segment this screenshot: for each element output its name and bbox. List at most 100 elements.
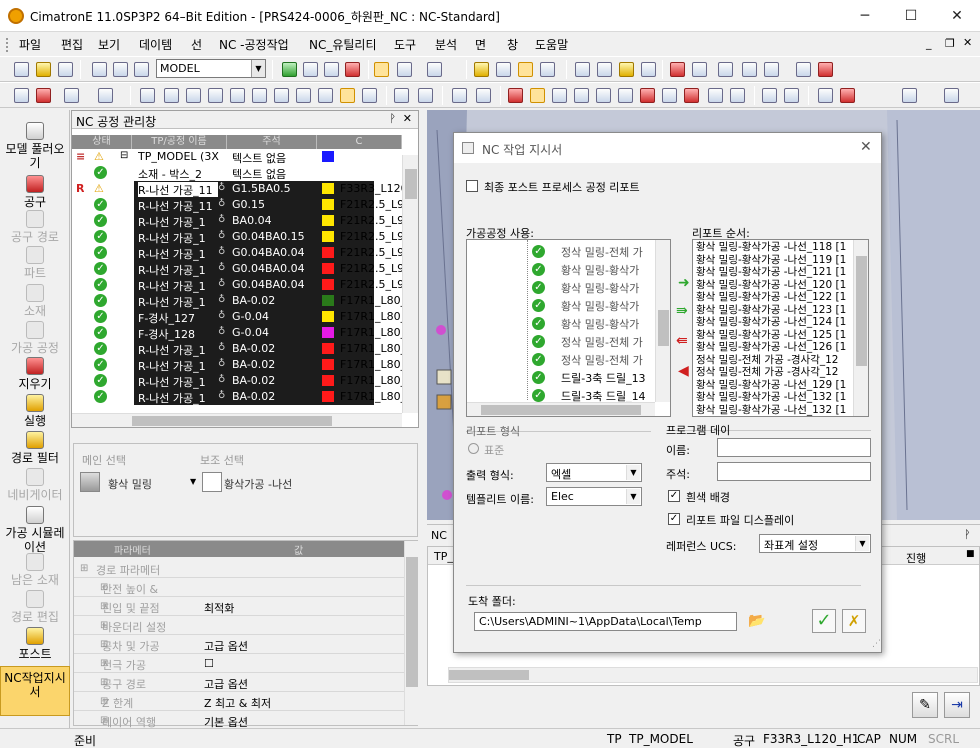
output-format-select[interactable]: 엑셀 ▼: [546, 463, 642, 482]
render-icon[interactable]: [641, 62, 656, 77]
sim-icon[interactable]: [508, 88, 523, 103]
scrollbar-thumb[interactable]: [481, 405, 641, 415]
list-item[interactable]: ✓ 황삭 밀링-황삭가: [467, 278, 670, 296]
path-edit-button[interactable]: 경로 편집: [0, 590, 70, 624]
table-row[interactable]: ✓ R-나선 가공_1 ♁ G0.04BA0.04 F21R2.5_L95: [72, 261, 402, 277]
table-icon[interactable]: [574, 88, 589, 103]
copy2-icon[interactable]: [708, 88, 723, 103]
add-all-arrow-icon[interactable]: ⇛: [676, 303, 688, 319]
process-listbox[interactable]: ✓ 정삭 밀링-전체 가 ✓ 황삭 밀링-황삭가 ✓ 황삭 밀링-황삭가 ✓ 황삭 밀링-황삭…: [466, 239, 671, 417]
tp-icon-8[interactable]: [296, 88, 311, 103]
zoom-fit-icon[interactable]: [282, 62, 297, 77]
remove-all-arrow-icon[interactable]: ⇚: [676, 333, 688, 349]
load-model-button[interactable]: 모델 풀러오기: [0, 122, 70, 170]
tool-button[interactable]: 공구: [0, 175, 70, 209]
report-list-item[interactable]: 황삭 밀링-황삭가공 -나선_124 [1: [696, 316, 846, 329]
report-list-item[interactable]: 황삭 밀링-황삭가공 -나선_121 [1: [696, 266, 846, 279]
table-row[interactable]: ✓ R-나선 가공_1 ♁ BA-0.02 F17R1_L80_: [72, 341, 402, 357]
zoom-window-icon[interactable]: [303, 62, 318, 77]
report-list-item[interactable]: 황삭 밀링-황삭가공 -나선_126 [1: [696, 341, 846, 354]
remaining-stock-button[interactable]: 남은 소재: [0, 553, 70, 587]
report-list-item[interactable]: 황삭 밀링-황삭가공 -나선_125 [1: [696, 329, 846, 342]
table-row[interactable]: ✓ F-경사_127 ♁ G-0.04 F17R1_L80_: [72, 309, 402, 325]
list-icon[interactable]: [552, 88, 567, 103]
scrollbar-thumb[interactable]: [132, 416, 332, 426]
scrollbar-thumb[interactable]: [405, 169, 417, 199]
toolpath-button[interactable]: 공구 경로: [0, 210, 70, 244]
standard-radio[interactable]: [468, 443, 479, 454]
model-combo[interactable]: MODEL ▼: [156, 59, 266, 78]
parameter-row[interactable]: ⊞ Z 한계 Z 최고 & 최저: [74, 692, 404, 711]
tp-icon-14[interactable]: [452, 88, 467, 103]
mdi-minimize-button[interactable]: _: [926, 37, 932, 50]
new-icon[interactable]: [14, 62, 29, 77]
scrollbar-thumb[interactable]: [658, 310, 669, 346]
table-row[interactable]: ✓ R-나선 가공_1 ♁ G0.04BA0.04 F21R2.5_L95: [72, 277, 402, 293]
cancel-button[interactable]: ✗: [842, 609, 866, 633]
ref-ucs-select[interactable]: 좌표계 설정 ▼: [759, 534, 871, 553]
zoom-icon[interactable]: [324, 62, 339, 77]
process-hscrollbar[interactable]: [467, 402, 655, 416]
box-icon[interactable]: [796, 62, 811, 77]
dialog-close-button[interactable]: ✕: [860, 139, 872, 155]
name-input[interactable]: [717, 438, 871, 457]
tp-icon-5[interactable]: [230, 88, 245, 103]
plane-icon[interactable]: [764, 62, 779, 77]
forward-arrow-icon[interactable]: [692, 62, 707, 77]
erase-icon[interactable]: [840, 88, 855, 103]
delete-button[interactable]: 지우기: [0, 357, 70, 391]
nc-lower-hscrollbar[interactable]: [448, 667, 978, 683]
report-list-item[interactable]: 황삭 밀링-황삭가공 -나선_119 [1: [696, 254, 846, 267]
grid-icon[interactable]: [742, 62, 757, 77]
scrollbar-thumb[interactable]: [449, 670, 529, 680]
menu-line[interactable]: 선: [191, 36, 202, 53]
tp-icon-12[interactable]: [394, 88, 409, 103]
menu-face[interactable]: 면: [475, 36, 486, 53]
close-icon[interactable]: ✕: [403, 112, 412, 125]
parameter-row[interactable]: ⊞ 전극 가공 ☐: [74, 654, 404, 673]
navigator-button[interactable]: 네비게이터: [0, 468, 70, 502]
main-select-dropdown[interactable]: 황삭 밀링 ▼: [80, 472, 200, 496]
table-row[interactable]: ✓ R-나선 가공_1 ♁ G0.04BA0.15 F21R2.5_L95: [72, 229, 402, 245]
tool3-icon[interactable]: [944, 88, 959, 103]
column-status[interactable]: 상태: [72, 135, 132, 149]
settings-tool-icon[interactable]: ✎: [912, 692, 938, 718]
pin-icon[interactable]: ᚹ: [389, 112, 396, 125]
table-row[interactable]: ✓ R-나선 가공_1 ♁ BA-0.02 F17R1_L80_: [72, 373, 402, 389]
arrow-icon[interactable]: [98, 88, 113, 103]
pan-icon[interactable]: [345, 62, 360, 77]
view-history-icon[interactable]: [718, 62, 733, 77]
menu-file[interactable]: 파일: [19, 36, 41, 53]
template-select[interactable]: Elec ▼: [546, 487, 642, 506]
list-item[interactable]: ✓ 황삭 밀링-황삭가: [467, 296, 670, 314]
execute-button[interactable]: 실행: [0, 394, 70, 428]
list-item[interactable]: ✓ 황삭 밀링-황삭가: [467, 314, 670, 332]
tp-icon-3[interactable]: [186, 88, 201, 103]
menu-view[interactable]: 보기: [98, 36, 120, 53]
measure-icon[interactable]: [575, 62, 590, 77]
fixture-icon[interactable]: [730, 88, 745, 103]
menu-edit[interactable]: 편집: [61, 36, 83, 53]
report-list-item[interactable]: 황삭 밀링-황삭가공 -나선_132 [1: [696, 404, 846, 417]
list-item[interactable]: ✓ 정삭 밀링-전체 가: [467, 332, 670, 350]
tp-active-icon[interactable]: [340, 88, 355, 103]
tp-icon-9[interactable]: [318, 88, 333, 103]
light-icon[interactable]: [619, 62, 634, 77]
comment-input[interactable]: [717, 462, 871, 481]
parameter-row[interactable]: ⊞ 공구 경로 고급 옵션: [74, 673, 404, 692]
pointer-icon[interactable]: [14, 88, 29, 103]
table-row[interactable]: ✓ F-경사_128 ♁ G-0.04 F17R1_L80_: [72, 325, 402, 341]
parameter-row[interactable]: ⊞ 바운더리 설정: [74, 616, 404, 635]
report-list-item[interactable]: 황삭 밀링-황삭가공 -나선_123 [1: [696, 304, 846, 317]
add-arrow-icon[interactable]: ➜: [678, 275, 690, 291]
tp-icon-4[interactable]: [208, 88, 223, 103]
resize-grip-icon[interactable]: ⋰: [872, 639, 881, 649]
list-item[interactable]: ✓ 정삭 밀링-전체 가: [467, 350, 670, 368]
param-vertical-scrollbar[interactable]: [404, 541, 418, 725]
parameter-row[interactable]: ⊞ 경로 파라메터: [74, 559, 404, 578]
report-list-item[interactable]: 정삭 밀링-전체 가공 -경사각_12: [696, 354, 838, 367]
report-list-item[interactable]: 황삭 밀링-황삭가공 -나선_132 [1: [696, 391, 846, 404]
menu-help[interactable]: 도움말: [535, 36, 568, 53]
info-icon[interactable]: [618, 88, 633, 103]
tp-icon-15[interactable]: [476, 88, 491, 103]
